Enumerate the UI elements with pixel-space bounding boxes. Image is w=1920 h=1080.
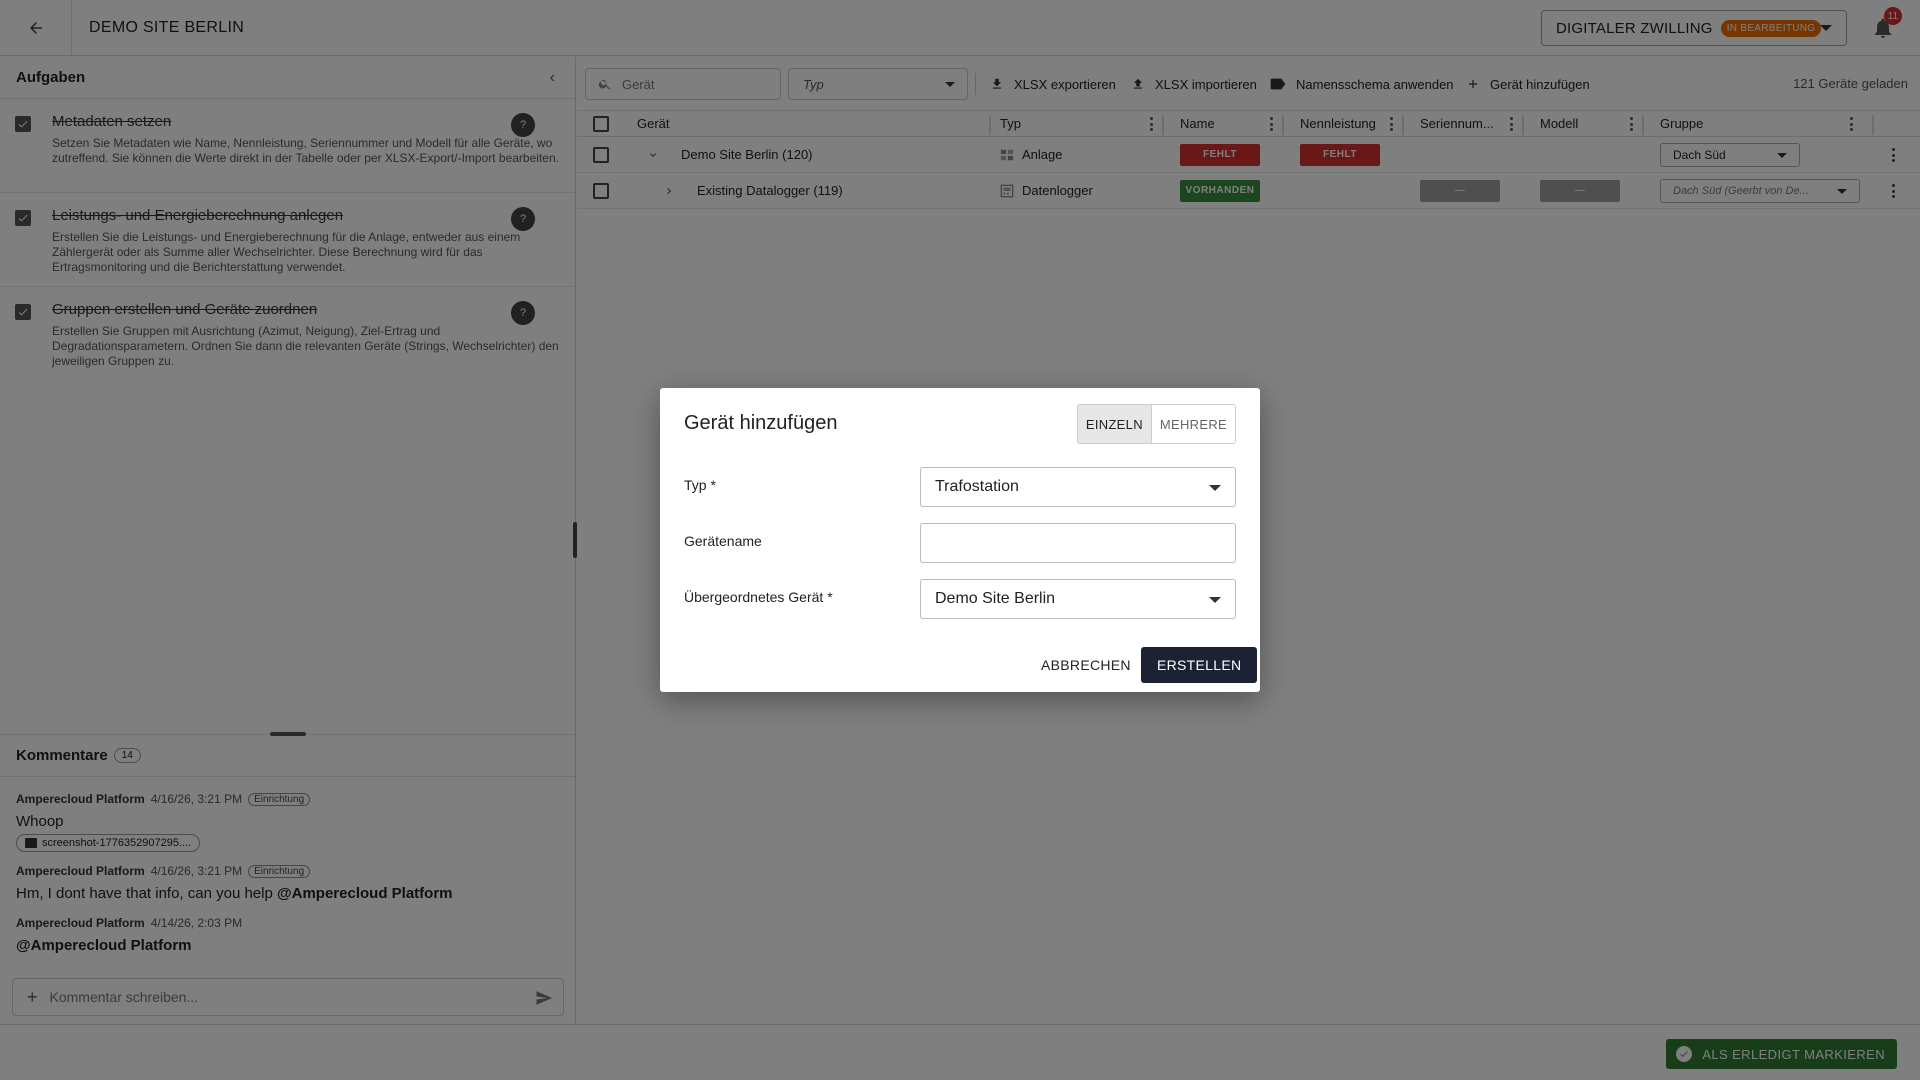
type-select[interactable]: Trafostation — [920, 467, 1236, 507]
device-name-input[interactable] — [935, 534, 1235, 552]
device-name-label: Gerätename — [684, 533, 762, 549]
parent-device-select[interactable]: Demo Site Berlin — [920, 579, 1236, 619]
add-device-dialog: Gerät hinzufügen EINZELN MEHRERE Typ * T… — [660, 388, 1260, 692]
create-button[interactable]: ERSTELLEN — [1141, 647, 1258, 683]
mode-toggle: EINZELN MEHRERE — [1076, 404, 1236, 444]
chevron-down-icon — [1209, 485, 1221, 491]
chevron-down-icon — [1209, 597, 1221, 603]
type-select-value: Trafostation — [935, 478, 1019, 495]
dialog-title: Gerät hinzufügen — [684, 412, 838, 434]
device-name-field — [920, 523, 1236, 563]
mode-single-button[interactable]: EINZELN — [1077, 405, 1152, 443]
parent-device-label: Übergeordnetes Gerät * — [684, 589, 833, 605]
mode-multiple-button[interactable]: MEHRERE — [1151, 405, 1235, 443]
parent-device-value: Demo Site Berlin — [935, 590, 1056, 607]
cancel-button[interactable]: ABBRECHEN — [1031, 647, 1141, 683]
type-field-label: Typ * — [684, 477, 716, 493]
